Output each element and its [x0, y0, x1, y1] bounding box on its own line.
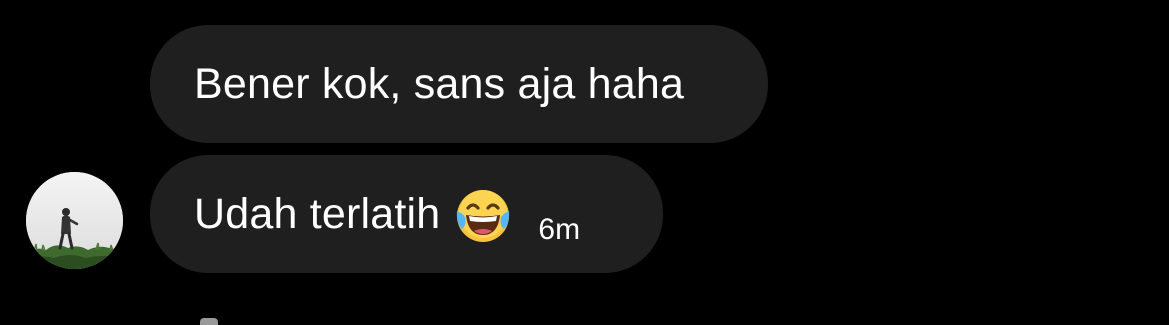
avatar-photo — [26, 172, 123, 269]
message-bubble[interactable]: Bener kok, sans aja haha — [150, 25, 768, 143]
message-text: Bener kok, sans aja haha — [194, 59, 685, 108]
face-with-tears-of-joy-icon — [454, 187, 512, 245]
next-message-fragment — [200, 318, 218, 325]
message-timestamp: 6m — [538, 213, 581, 246]
message-text: Udah terlatih — [194, 189, 441, 238]
avatar[interactable] — [26, 172, 123, 269]
message-bubble[interactable]: Udah terlatih 6m — [150, 155, 663, 273]
chat-thread: Bener kok, sans aja haha Udah terlatih 6… — [0, 0, 1169, 325]
